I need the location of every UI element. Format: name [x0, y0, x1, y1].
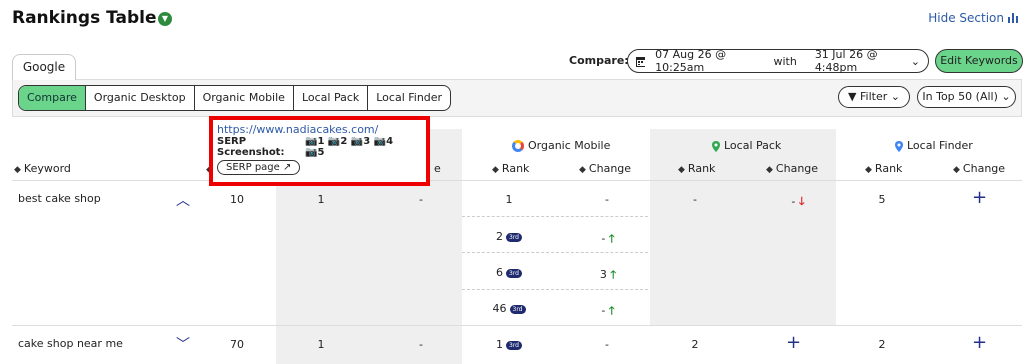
mobile-change: - 🡑 [601, 232, 615, 245]
row-divider [462, 252, 648, 253]
compare-from: 07 Aug 26 @ 10:25am [655, 48, 727, 74]
camera-icon[interactable]: 📷3 [351, 136, 370, 147]
localfinder-rank-header[interactable]: ◆ Rank [865, 162, 902, 175]
row-divider [462, 289, 648, 290]
col-a-value: 10 [230, 193, 244, 206]
page-title: Rankings Table [12, 8, 157, 28]
filter-icon: ▼ [848, 90, 857, 103]
localpack-rank: - [693, 193, 697, 206]
filter-label: Filter [860, 90, 888, 103]
mobile-change: - [605, 193, 609, 206]
camera-icon[interactable]: 📷4 [374, 136, 393, 147]
add-icon[interactable]: + [972, 187, 987, 208]
hide-section-button[interactable]: Hide Section [928, 11, 1018, 25]
header-divider [12, 180, 1022, 181]
calendar-icon [636, 56, 646, 67]
camera-icon[interactable]: 📷5 [305, 147, 324, 158]
mobile-rank: 2 3rd [486, 230, 532, 243]
desktop-change: - [419, 338, 423, 351]
serp-tooltip: https://www.nadiacakes.com/ SERP 📷1 📷2 📷… [209, 116, 430, 186]
serp-page-button[interactable]: SERP page ↗ [217, 160, 301, 175]
view-compare[interactable]: Compare [19, 86, 85, 110]
localfinder-change-header[interactable]: ◆ Change [953, 162, 1005, 175]
collapse-chevron-icon[interactable]: ︿ [176, 190, 190, 210]
info-icon[interactable]: ▼ [158, 12, 172, 26]
mobile-change: - 🡑 [601, 304, 615, 317]
desktop-rank: 1 [317, 338, 325, 351]
top50-label: In Top 50 (All) [922, 90, 998, 103]
add-icon[interactable]: + [786, 332, 801, 353]
screenshot-row: Screenshot: 📷5 [217, 147, 325, 158]
compare-label: Compare: [569, 54, 629, 67]
chevron-down-icon: ⌄ [910, 54, 920, 68]
view-local-finder[interactable]: Local Finder [367, 86, 450, 110]
top50-dropdown[interactable]: In Top 50 (All) ⌄ [917, 86, 1016, 108]
organic-mobile-header: Organic Mobile [512, 139, 610, 152]
add-icon[interactable]: + [972, 332, 987, 353]
edit-keywords-button[interactable]: Edit Keywords [935, 49, 1023, 73]
mobile-change: 3 🡑 [599, 268, 617, 281]
view-segmented-control[interactable]: Compare Organic Desktop Organic Mobile L… [18, 85, 452, 111]
row-divider [12, 325, 1022, 326]
view-organic-mobile[interactable]: Organic Mobile [193, 86, 293, 110]
arrow-up-icon: 🡑 [608, 304, 615, 317]
local-finder-header: Local Finder [895, 139, 973, 152]
mobile-rank-header[interactable]: ◆ Rank [492, 162, 529, 175]
localpack-change: - 🡓 [791, 195, 805, 208]
arrow-down-icon: 🡓 [798, 195, 805, 208]
camera-icon[interactable]: 📷2 [328, 136, 347, 147]
arrow-up-icon: 🡑 [610, 268, 617, 281]
compare-to: 31 Jul 26 @ 4:48pm [814, 48, 878, 74]
localpack-rank-header[interactable]: ◆ Rank [678, 162, 715, 175]
mobile-change-header[interactable]: ◆ Change [579, 162, 631, 175]
bar-chart-icon [1008, 13, 1018, 23]
google-icon [512, 140, 524, 152]
localfinder-rank: 2 [878, 338, 886, 351]
view-organic-desktop[interactable]: Organic Desktop [84, 86, 194, 110]
shaded-column-localpack [650, 129, 836, 325]
keyword-cell: best cake shop [18, 192, 101, 205]
filter-button[interactable]: ▼ Filter ⌄ [838, 86, 910, 108]
col-a-value: 70 [230, 338, 244, 351]
compare-date-picker[interactable]: 07 Aug 26 @ 10:25am with 31 Jul 26 @ 4:4… [627, 48, 929, 74]
mobile-change: - [605, 338, 609, 351]
desktop-change: - [419, 193, 423, 206]
hide-section-label: Hide Section [928, 11, 1004, 25]
serp-url-link[interactable]: https://www.nadiacakes.com/ [217, 123, 422, 136]
map-pin-icon [712, 140, 720, 152]
external-link-icon: ↗ [283, 162, 292, 173]
map-pin-icon [895, 140, 903, 152]
camera-icon[interactable]: 📷1 [305, 136, 324, 147]
compare-with: with [773, 54, 797, 68]
localpack-change-header[interactable]: ◆ Change [766, 162, 818, 175]
serp-row: SERP 📷1 📷2 📷3 📷4 [217, 136, 394, 147]
desktop-rank: 1 [317, 193, 325, 206]
localpack-rank: 2 [691, 338, 699, 351]
keyword-sort-header[interactable]: ◆ Keyword [14, 162, 71, 175]
row-divider [462, 216, 648, 217]
desktop-change-header-partial[interactable]: e [434, 162, 441, 175]
keyword-cell: cake shop near me [18, 337, 123, 350]
mobile-rank: 1 [505, 193, 513, 206]
chevron-down-icon: ⌄ [890, 90, 900, 103]
chevron-down-icon: ⌄ [1001, 90, 1011, 103]
tab-google[interactable]: Google [12, 54, 76, 80]
mobile-rank: 6 3rd [486, 266, 532, 279]
view-local-pack[interactable]: Local Pack [292, 86, 367, 110]
mobile-rank: 1 3rd [486, 338, 532, 351]
localfinder-rank: 5 [878, 193, 886, 206]
arrow-up-icon: 🡑 [608, 232, 615, 245]
mobile-rank: 46 3rd [484, 302, 534, 315]
local-pack-header: Local Pack [712, 139, 781, 152]
expand-chevron-icon[interactable]: ﹀ [176, 334, 190, 354]
